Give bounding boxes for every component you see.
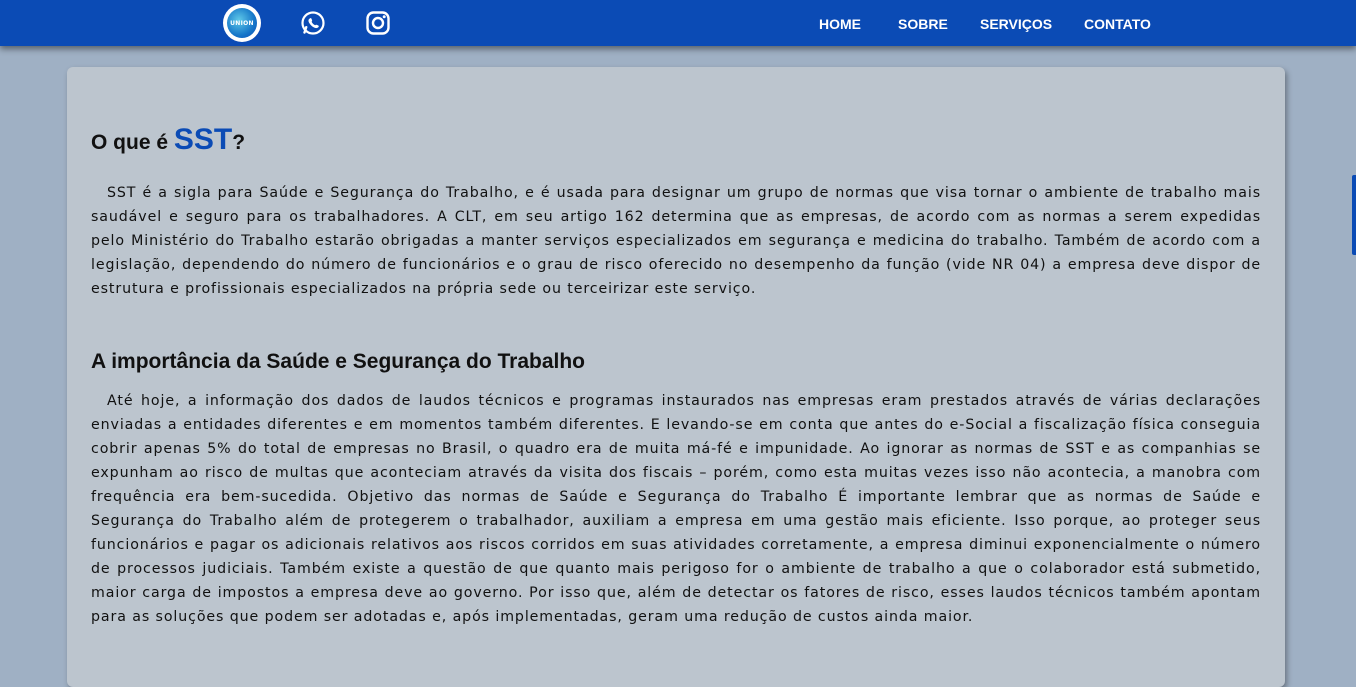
top-navbar: UNION HOME SOBRE SERVIÇOS CONTATO bbox=[0, 0, 1356, 46]
section-title-importancia: A importância da Saúde e Segurança do Tr… bbox=[91, 350, 586, 373]
nav-servicos[interactable]: SERVIÇOS bbox=[980, 16, 1052, 32]
importancia-paragraph: Até hoje, a informação dos dados de laud… bbox=[91, 393, 1261, 625]
sst-paragraph: SST é a sigla para Saúde e Segurança do … bbox=[91, 185, 1261, 297]
whatsapp-icon[interactable] bbox=[300, 10, 326, 36]
title-accent: SST bbox=[173, 123, 233, 156]
instagram-icon[interactable] bbox=[365, 10, 391, 36]
nav-home[interactable]: HOME bbox=[819, 16, 861, 32]
scrollbar-thumb[interactable] bbox=[1352, 175, 1356, 255]
section-title-sst: O que é SST? bbox=[91, 123, 245, 157]
logo-emblem: UNION bbox=[227, 8, 257, 38]
content-card: O que é SST? SST é a sigla para Saúde e … bbox=[67, 67, 1285, 687]
nav-contato[interactable]: CONTATO bbox=[1084, 16, 1151, 32]
company-logo[interactable]: UNION bbox=[223, 4, 261, 42]
logo-text: UNION bbox=[230, 19, 254, 27]
title-prefix: O que é bbox=[91, 131, 174, 154]
nav-sobre[interactable]: SOBRE bbox=[898, 16, 948, 32]
title-suffix: ? bbox=[232, 131, 246, 154]
